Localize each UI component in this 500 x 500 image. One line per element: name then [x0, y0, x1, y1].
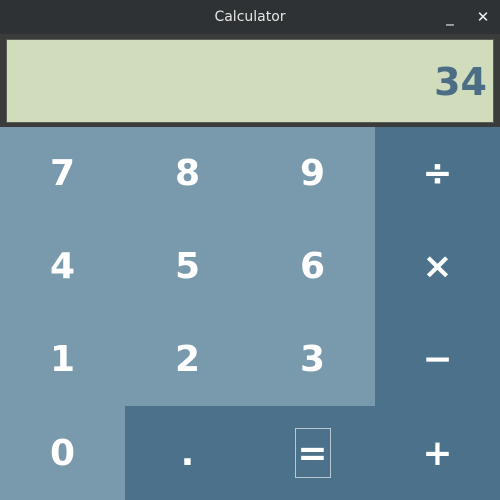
- calculator-window: Calculator _ ✕ 34 7 8 9 ÷ 4 5 6 × 1 2 3 …: [0, 0, 500, 500]
- key-multiply[interactable]: ×: [375, 220, 500, 313]
- key-1[interactable]: 1: [0, 313, 125, 406]
- display-screen: 34: [6, 39, 494, 123]
- key-add[interactable]: +: [375, 406, 500, 500]
- minimize-button[interactable]: _: [435, 0, 465, 34]
- key-decimal[interactable]: .: [125, 406, 250, 500]
- key-4[interactable]: 4: [0, 220, 125, 313]
- display-frame: 34: [0, 34, 500, 127]
- keypad: 7 8 9 ÷ 4 5 6 × 1 2 3 − 0 . = +: [0, 127, 500, 500]
- key-9[interactable]: 9: [250, 127, 375, 220]
- key-divide[interactable]: ÷: [375, 127, 500, 220]
- key-equals[interactable]: =: [250, 406, 375, 500]
- key-5[interactable]: 5: [125, 220, 250, 313]
- close-button[interactable]: ✕: [468, 0, 498, 34]
- key-0[interactable]: 0: [0, 406, 125, 500]
- title-bar[interactable]: Calculator _ ✕: [0, 0, 500, 34]
- equals-focus-box: =: [294, 428, 331, 478]
- key-6[interactable]: 6: [250, 220, 375, 313]
- key-7[interactable]: 7: [0, 127, 125, 220]
- key-subtract[interactable]: −: [375, 313, 500, 406]
- window-title: Calculator: [214, 9, 286, 25]
- key-8[interactable]: 8: [125, 127, 250, 220]
- key-3[interactable]: 3: [250, 313, 375, 406]
- key-2[interactable]: 2: [125, 313, 250, 406]
- display-value: 34: [434, 60, 487, 104]
